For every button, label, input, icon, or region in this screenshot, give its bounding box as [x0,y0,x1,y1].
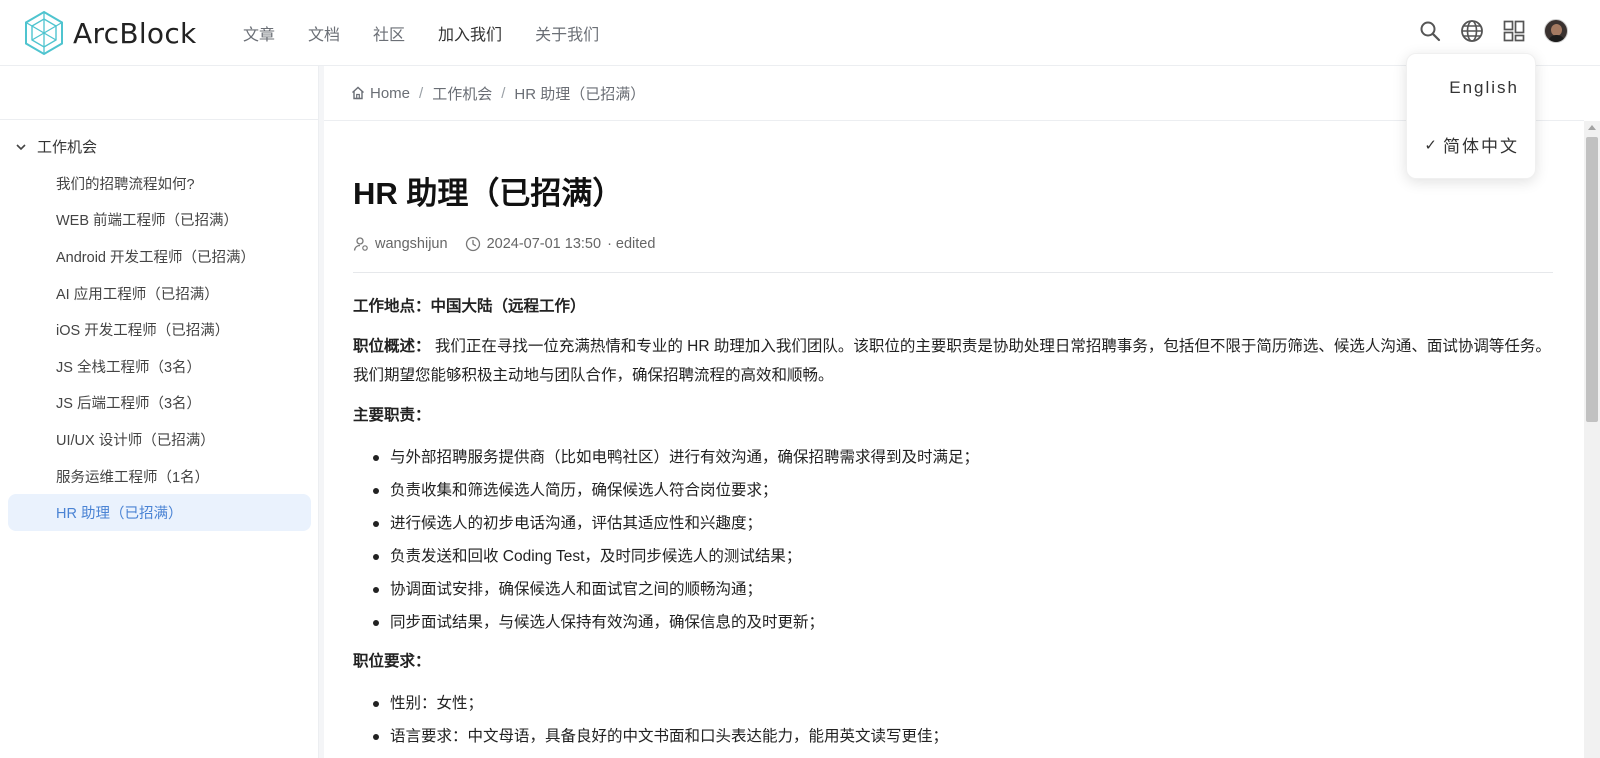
article-meta: wangshijun 2024-07-01 13:50 · edited [353,236,672,252]
sidebar-item[interactable]: 服务运维工程师（1名） [8,458,311,495]
user-icon [353,237,368,251]
nav-item-join-us[interactable]: 加入我们 [438,21,502,45]
scroll-thumb[interactable] [1586,137,1598,422]
language-option-chinese-label: 简体中文 [1443,137,1519,156]
overview-text: 我们正在寻找一位充满热情和专业的 HR 助理加入我们团队。该职位的主要职责是协助… [353,338,1551,384]
main-scrollbar[interactable] [1584,121,1600,758]
overview-label: 职位概述： [353,338,431,355]
language-option-english[interactable]: English [1449,78,1519,98]
requirements-list: 性别：女性； 语言要求：中文母语，具备良好的中文书面和口头表达能力，能用英文读写… [373,687,1553,753]
sidebar-list: 我们的招聘流程如何? WEB 前端工程师（已招满） Android 开发工程师（… [8,165,311,531]
nav-item-docs[interactable]: 文档 [308,21,340,45]
language-option-chinese[interactable]: ✓ 简体中文 [1424,132,1519,157]
sidebar-item[interactable]: UI/UX 设计师（已招满） [8,421,311,458]
breadcrumb-home[interactable]: Home [351,85,410,102]
duties-heading: 主要职责： [353,407,431,424]
language-option-english-label: English [1449,78,1519,97]
breadcrumb-current: HR 助理（已招满） [514,85,646,103]
author-meta: wangshijun [353,236,448,252]
overview-paragraph: 职位概述： 我们正在寻找一位充满热情和专业的 HR 助理加入我们团队。该职位的主… [353,332,1553,390]
sidebar-item[interactable]: JS 后端工程师（3名） [8,385,311,422]
main-nav: 文章 文档 社区 加入我们 关于我们 [243,0,632,66]
avatar-body [1548,35,1565,42]
requirements-heading: 职位要求： [353,653,431,670]
edited-label: · edited [607,236,656,252]
list-item: 语言要求：中文母语，具备良好的中文书面和口头表达能力，能用英文读写更佳； [373,720,1553,753]
meta-divider [353,272,1553,273]
nav-item-articles[interactable]: 文章 [243,21,275,45]
location-line: 工作地点：中国大陆（远程工作） [353,298,586,315]
list-item: 负责发送和回收 Coding Test，及时同步候选人的测试结果； [373,540,1553,573]
sidebar-group-jobs[interactable]: 工作机会 [15,136,97,157]
header-actions [1418,19,1568,43]
sidebar-top-bar [0,66,318,120]
nav-item-about-us[interactable]: 关于我们 [535,21,599,45]
search-icon[interactable] [1418,19,1442,43]
sidebar-group-label: 工作机会 [37,139,98,156]
date-meta: 2024-07-01 13:50 · edited [465,236,656,252]
arcblock-logo[interactable]: ArcBlock [23,10,197,56]
sidebar-item-active[interactable]: HR 助理（已招满） [8,494,311,531]
breadcrumb-separator: / [419,84,424,102]
apps-grid-icon[interactable] [1502,19,1526,43]
sidebar-item[interactable]: JS 全栈工程师（3名） [8,348,311,385]
clock-icon [465,236,480,252]
list-item: 协调面试安排，确保候选人和面试官之间的顺畅沟通； [373,573,1553,606]
page-title: HR 助理（已招满） [353,176,624,211]
breadcrumb-jobs[interactable]: 工作机会 [432,83,492,104]
publish-date: 2024-07-01 13:50 [486,236,602,252]
list-item: 进行候选人的初步电话沟通，评估其适应性和兴趣度； [373,507,1553,540]
list-item: 同步面试结果，与候选人保持有效沟通，确保信息的及时更新； [373,606,1553,639]
arcblock-logo-icon [25,10,63,56]
sidebar-item[interactable]: WEB 前端工程师（已招满） [8,202,311,239]
top-header: ArcBlock 文章 文档 社区 加入我们 关于我们 [0,0,1600,66]
globe-icon[interactable] [1460,19,1484,43]
breadcrumb-divider [324,120,1584,121]
author-name[interactable]: wangshijun [375,236,448,252]
language-menu: English ✓ 简体中文 [1406,53,1536,179]
list-item: 与外部招聘服务提供商（比如电鸭社区）进行有效沟通，确保招聘需求得到及时满足； [373,441,1553,474]
breadcrumb-home-label: Home [370,84,411,102]
list-item: 性别：女性； [373,687,1553,720]
chevron-down-icon [16,143,26,150]
sidebar-item[interactable]: Android 开发工程师（已招满） [8,238,311,275]
sidebar-item[interactable]: AI 应用工程师（已招满） [8,275,311,312]
logo-text: ArcBlock [73,16,197,50]
home-icon [352,86,364,100]
check-icon: ✓ [1424,136,1439,154]
breadcrumb: Home / 工作机会 / HR 助理（已招满） [351,66,645,120]
duties-list: 与外部招聘服务提供商（比如电鸭社区）进行有效沟通，确保招聘需求得到及时满足； 负… [373,441,1553,639]
breadcrumb-separator: / [501,84,506,102]
list-item: 负责收集和筛选候选人简历，确保候选人符合岗位要求； [373,474,1553,507]
sidebar-item[interactable]: iOS 开发工程师（已招满） [8,311,311,348]
scroll-up-arrow-icon[interactable] [1588,125,1596,130]
sidebar-item[interactable]: 我们的招聘流程如何? [8,165,311,202]
article-body: 工作地点：中国大陆（远程工作） 职位概述： 我们正在寻找一位充满热情和专业的 H… [353,292,1553,758]
user-avatar[interactable] [1544,19,1568,43]
nav-item-community[interactable]: 社区 [373,21,405,45]
